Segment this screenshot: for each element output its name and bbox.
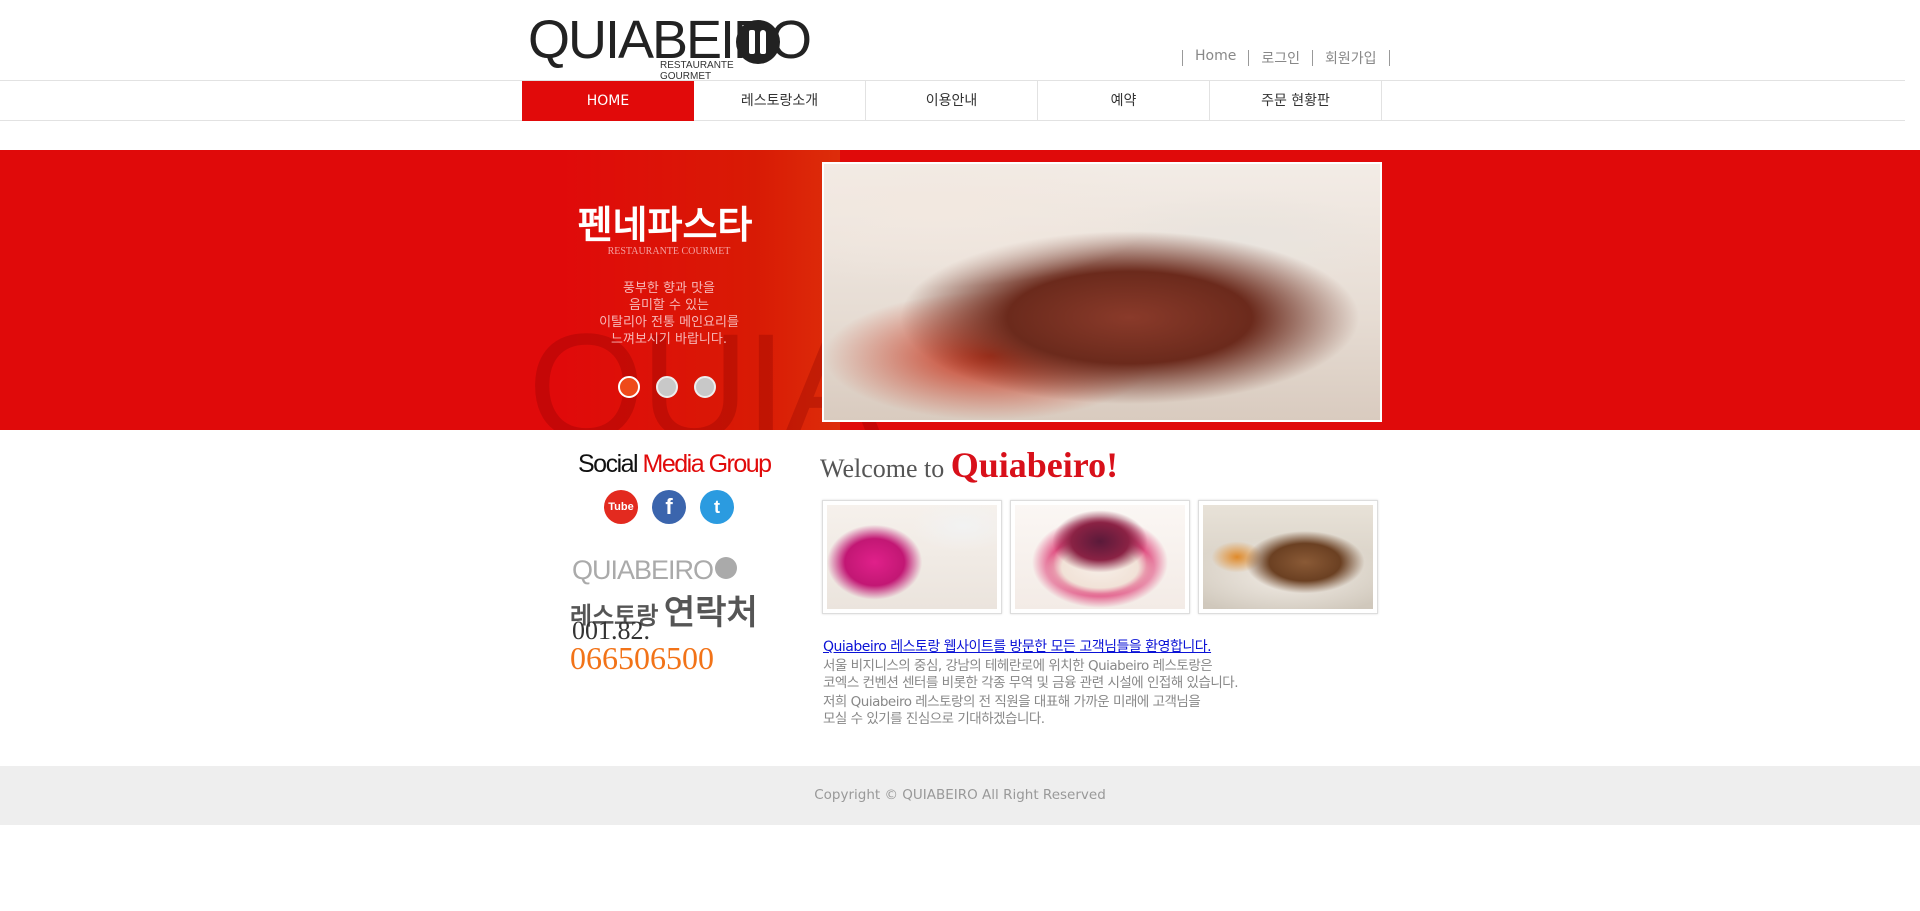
banner-description: 풍부한 향과 맛을 음미할 수 있는 이탈리아 전통 메인요리를 느껴보시기 바…: [540, 280, 798, 348]
top-link-home[interactable]: Home: [1195, 48, 1236, 68]
site-logo[interactable]: QUIABEIRO RESTAURANTE GOURMET: [528, 13, 812, 82]
phone-number: 066506500: [570, 640, 714, 676]
banner-food-image: [822, 162, 1382, 422]
thumb-image: [1015, 505, 1185, 609]
top-links: Home 로그인 회원가입: [1170, 48, 1402, 68]
social-title-black: Social: [578, 450, 643, 478]
welcome-heading: Welcome to Quiabeiro!: [820, 444, 1118, 486]
fork-knife-icon: [736, 20, 780, 64]
contact-label-big: 연락처: [663, 593, 758, 633]
divider: [1388, 50, 1390, 66]
youtube-icon[interactable]: Tube: [604, 490, 638, 524]
page: QUIABEIRO RESTAURANTE GOURMET Home 로그인 회…: [0, 0, 1920, 911]
banner-title: 펜네파스타: [577, 202, 753, 247]
twitter-icon[interactable]: t: [700, 490, 734, 524]
contact-logo-text: QUIABEIRO: [572, 555, 714, 585]
main-nav-bar: HOME 레스토랑소개 이용안내 예약 주문 현황판: [0, 80, 1905, 121]
footer: Copyright © QUIABEIRO All Right Reserved: [0, 766, 1920, 825]
welcome-prefix: Welcome to: [820, 454, 951, 483]
slider-dots: [618, 376, 732, 398]
divider: [1182, 50, 1183, 66]
banner-line: 풍부한 향과 맛을: [623, 281, 715, 296]
social-icons: Tube f t: [604, 490, 748, 524]
banner-subtitle: RESTAURANTE COURMET: [607, 246, 731, 257]
slider-dot-1[interactable]: [618, 376, 640, 398]
intro-line: 서울 비지니스의 중심, 강남의 테헤란로에 위치한 Quiabeiro 레스토…: [823, 658, 1213, 674]
copyright-text: Copyright © QUIABEIRO All Right Reserved: [814, 787, 1106, 803]
thumb-image: [827, 505, 997, 609]
facebook-icon[interactable]: f: [652, 490, 686, 524]
intro-paragraph-2: 저희 Quiabeiro 레스토랑의 전 직원을 대표해 가까운 미래에 고객님…: [823, 694, 1343, 728]
banner-line: 음미할 수 있는: [628, 298, 710, 313]
slider-dot-3[interactable]: [694, 376, 716, 398]
gallery-thumb-meat[interactable]: [1198, 500, 1378, 614]
logo-subtitle: RESTAURANTE GOURMET: [660, 60, 734, 82]
welcome-link[interactable]: Quiabeiro 레스토랑 웹사이트를 방문한 모든 고객님들을 환영합니다.: [823, 636, 1212, 656]
welcome-brand: Quiabeiro!: [950, 445, 1119, 485]
intro-line: 저희 Quiabeiro 레스토랑의 전 직원을 대표해 가까운 미래에 고객님…: [823, 694, 1201, 710]
fork-knife-icon: [715, 557, 738, 579]
main-nav: HOME 레스토랑소개 이용안내 예약 주문 현황판: [522, 81, 1382, 121]
social-title-red: Media Group: [642, 450, 773, 478]
banner-line: 이탈리아 전통 메인요리를: [599, 315, 739, 330]
intro-paragraph-1: 서울 비지니스의 중심, 강남의 테헤란로에 위치한 Quiabeiro 레스토…: [823, 658, 1343, 692]
divider: [1248, 50, 1250, 66]
nav-item-guide[interactable]: 이용안내: [866, 81, 1038, 121]
gallery-thumb-napkin[interactable]: [822, 500, 1002, 614]
hero-banner: QUIA 펜네파스타 RESTAURANTE COURMET 풍부한 향과 맛을…: [0, 150, 1920, 430]
intro-text: 서울 비지니스의 중심, 강남의 테헤란로에 위치한 Quiabeiro 레스토…: [823, 658, 1343, 730]
intro-line: 코엑스 컨벤션 센터를 비롯한 각종 무역 및 금융 관련 시설에 인접해 있습…: [823, 675, 1239, 691]
nav-item-about[interactable]: 레스토랑소개: [694, 81, 866, 121]
social-media-title: Social Media Group: [578, 450, 773, 479]
banner-line: 느껴보시기 바랍니다.: [611, 332, 727, 347]
top-link-login[interactable]: 로그인: [1261, 48, 1300, 68]
divider: [1311, 50, 1313, 66]
gallery-thumb-dessert[interactable]: [1010, 500, 1190, 614]
nav-item-home[interactable]: HOME: [522, 81, 694, 121]
contact-logo: QUIABEIRO: [572, 555, 738, 586]
nav-item-order-status[interactable]: 주문 현황판: [1210, 81, 1382, 121]
nav-item-reservation[interactable]: 예약: [1038, 81, 1210, 121]
thumb-image: [1203, 505, 1373, 609]
thumbnail-gallery: [822, 500, 1386, 614]
slider-dot-2[interactable]: [656, 376, 678, 398]
top-link-signup[interactable]: 회원가입: [1325, 48, 1377, 68]
intro-line: 모실 수 있기를 진심으로 기대하겠습니다.: [823, 711, 1045, 727]
